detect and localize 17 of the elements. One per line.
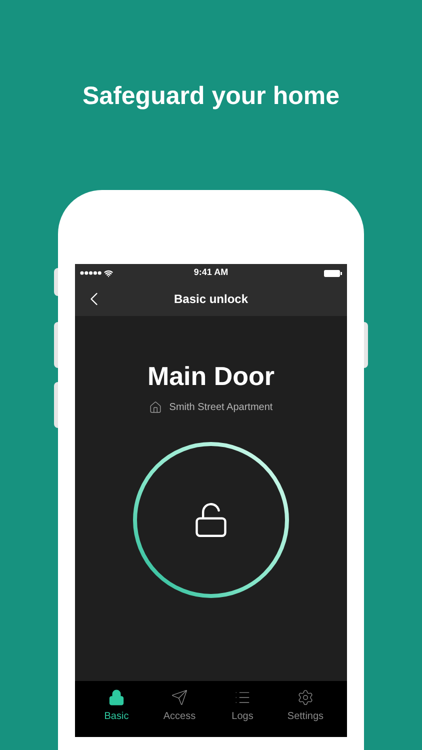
- tab[interactable]: Logs: [214, 689, 270, 724]
- battery-icon: [324, 270, 342, 276]
- door-name: Main Door: [147, 360, 275, 392]
- door-location: Smith Street Apartment: [169, 401, 273, 415]
- headline: Safeguard your home: [82, 81, 340, 112]
- tab[interactable]: Settings: [278, 689, 334, 724]
- signal-icon: [80, 271, 102, 275]
- nav-title: Basic unlock: [174, 291, 248, 308]
- settings-icon: [297, 689, 314, 706]
- home-icon: [149, 401, 162, 414]
- paper-plane-icon: [171, 689, 188, 706]
- unlock-button[interactable]: [132, 441, 290, 599]
- wifi-icon: [104, 268, 113, 278]
- tab[interactable]: Basic: [88, 689, 144, 724]
- tab[interactable]: Access: [152, 689, 208, 724]
- status-time: 9:41 AM: [194, 266, 228, 280]
- lock-icon: [108, 689, 125, 706]
